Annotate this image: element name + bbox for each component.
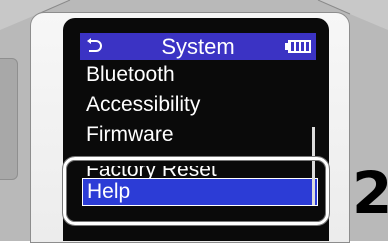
- battery-full-icon: [285, 40, 311, 53]
- device-body: System Bluetooth Accessibility Firmware …: [0, 0, 388, 243]
- callout-step-number: 2: [352, 159, 388, 227]
- callout-highlight-frame: [63, 157, 329, 225]
- menu-item-firmware[interactable]: Firmware: [82, 120, 316, 150]
- device-side-grip: [0, 58, 18, 180]
- screen-title: System: [161, 34, 235, 59]
- menu-item-accessibility[interactable]: Accessibility: [82, 90, 316, 120]
- menu-item-bluetooth[interactable]: Bluetooth: [82, 60, 316, 90]
- screen-header: System: [80, 33, 316, 60]
